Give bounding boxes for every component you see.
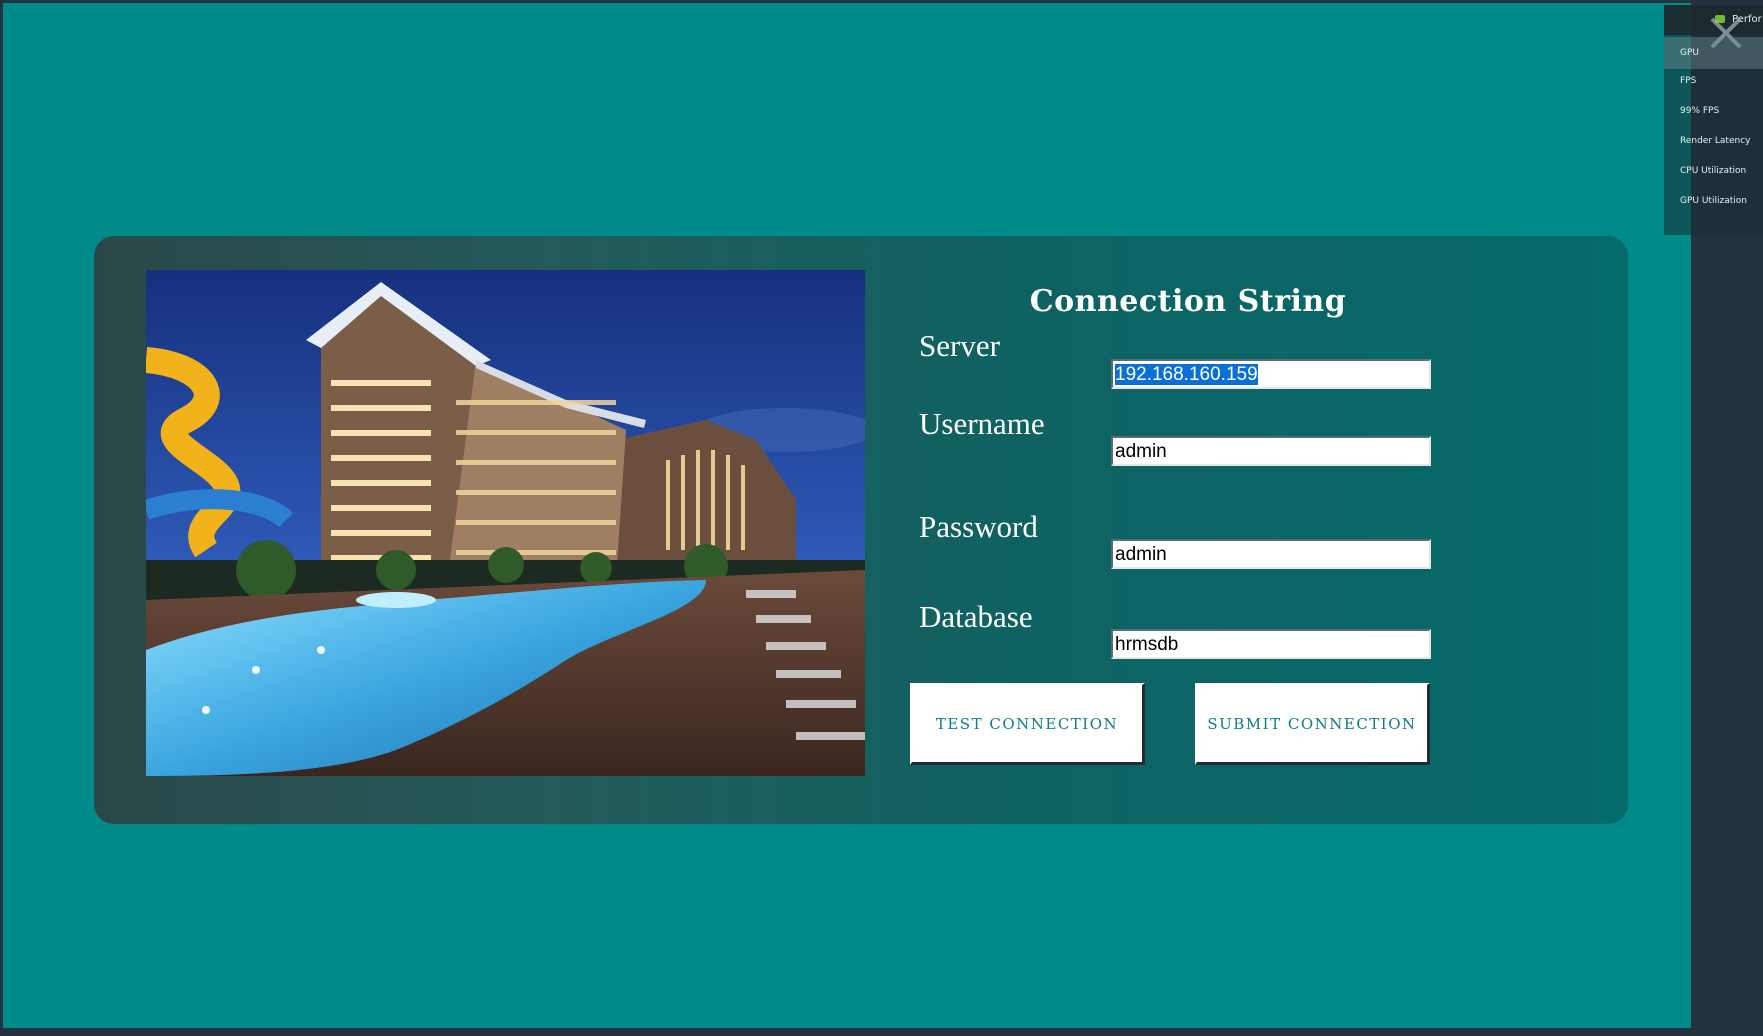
password-input[interactable]: admin — [1111, 539, 1431, 569]
app-window: Connection String Server 192.168.160.159… — [0, 0, 1691, 1030]
password-label: Password — [919, 509, 1038, 544]
overlay-item-cpu-utilization[interactable]: CPU Utilization — [1664, 155, 1763, 187]
overlay-item-99-fps[interactable]: 99% FPS — [1664, 95, 1763, 127]
database-input[interactable]: hrmsdb — [1111, 629, 1431, 659]
hotel-photo — [146, 270, 865, 776]
server-value: 192.168.160.159 — [1115, 364, 1258, 385]
database-label: Database — [919, 599, 1033, 634]
overlay-item-render-latency[interactable]: Render Latency — [1664, 125, 1763, 157]
username-input[interactable]: admin — [1111, 436, 1431, 466]
username-label: Username — [919, 406, 1045, 441]
overlay-item-fps[interactable]: FPS — [1664, 65, 1763, 97]
hotel-illustration — [146, 270, 865, 776]
overlay-header: Perfor — [1664, 5, 1763, 49]
window-bottom-border — [0, 1028, 1691, 1036]
connection-card: Connection String Server 192.168.160.159… — [94, 236, 1628, 824]
test-connection-button[interactable]: TEST CONNECTION — [910, 683, 1145, 765]
server-label: Server — [919, 328, 1000, 363]
overlay-item-gpu-utilization[interactable]: GPU Utilization — [1664, 185, 1763, 217]
form-title: Connection String — [1029, 284, 1347, 319]
performance-overlay: Perfor GPU FPS 99% FPS Render Latency CP… — [1664, 5, 1763, 235]
submit-connection-button[interactable]: SUBMIT CONNECTION — [1195, 683, 1430, 765]
server-input[interactable]: 192.168.160.159 — [1111, 359, 1431, 389]
